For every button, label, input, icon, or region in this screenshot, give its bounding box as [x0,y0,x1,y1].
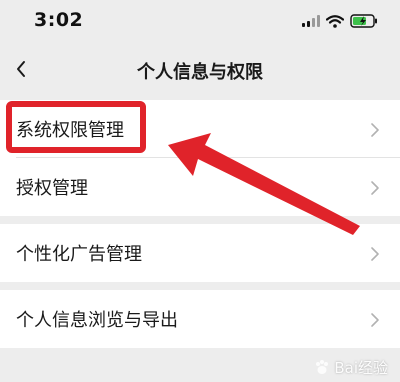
wifi-icon [326,14,344,28]
battery-charging-icon [350,14,378,28]
highlight-box [6,101,146,153]
chevron-right-icon [371,181,379,195]
status-bar: 3:02 [0,0,400,44]
watermark-text: Bai经验 [334,359,388,377]
list-item-personal-info-export[interactable]: 个人信息浏览与导出 [0,290,400,348]
status-icons [302,12,378,30]
list-item-label: 个人信息浏览与导出 [16,310,178,331]
watermark: Bai经验 [313,357,388,378]
settings-group-3: 个人信息浏览与导出 [0,290,400,348]
settings-group-2: 个性化广告管理 [0,224,400,282]
list-item-label: 个性化广告管理 [16,244,142,265]
page-title: 个人信息与权限 [137,62,263,83]
list-item-label: 授权管理 [16,178,88,199]
nav-bar: 个人信息与权限 [0,44,400,96]
chevron-right-icon [371,313,379,327]
list-item-authorization[interactable]: 授权管理 [0,158,400,216]
chevron-right-icon [371,123,379,137]
chevron-right-icon [371,247,379,261]
status-time: 3:02 [34,9,84,31]
list-item-personalized-ads[interactable]: 个性化广告管理 [0,224,400,282]
paw-logo-icon [316,359,329,374]
signal-icon [302,15,320,27]
